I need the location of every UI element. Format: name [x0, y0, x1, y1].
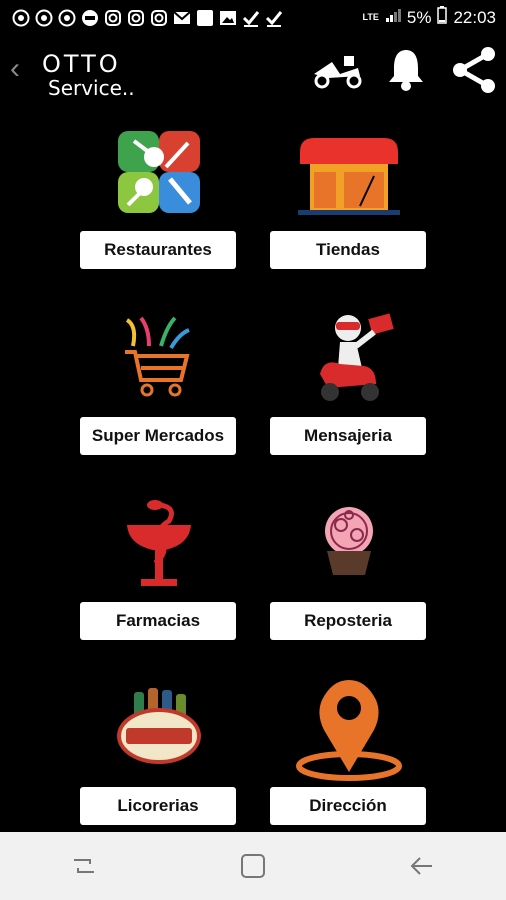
- tile-super-mercados[interactable]: Super Mercados: [80, 300, 238, 484]
- square-icon: [196, 9, 214, 27]
- battery-percent: 5%: [406, 7, 432, 27]
- reposteria-button[interactable]: Reposteria: [270, 602, 426, 640]
- share-icon[interactable]: [450, 46, 498, 99]
- farmacias-button[interactable]: Farmacias: [80, 602, 236, 640]
- whatsapp-icon: [58, 9, 76, 27]
- tile-direccion[interactable]: Dirección: [270, 670, 428, 854]
- image-icon: [219, 9, 237, 27]
- instagram-icon: [104, 9, 122, 27]
- system-navigation-bar: [0, 832, 506, 900]
- courier-icon: [270, 306, 428, 410]
- cupcake-icon: [270, 491, 428, 595]
- bell-icon[interactable]: [386, 46, 426, 97]
- gmail-icon: [173, 9, 191, 27]
- logo-line-2: Service..: [48, 76, 135, 100]
- super-mercados-button[interactable]: Super Mercados: [80, 417, 236, 455]
- home-icon[interactable]: [223, 846, 283, 886]
- tiendas-button[interactable]: Tiendas: [270, 231, 426, 269]
- tile-farmacias[interactable]: Farmacias: [80, 485, 238, 669]
- app-logo: OTTO Service..: [42, 50, 135, 100]
- liquors-icon: [80, 676, 238, 780]
- shopping-cart-icon: [80, 306, 238, 410]
- check-icon: [265, 9, 283, 27]
- network-type: LTE: [362, 12, 379, 22]
- whatsapp-icon: [35, 9, 53, 27]
- pharmacy-icon: [80, 491, 238, 595]
- status-bar: LTE 5% 22:03: [0, 0, 506, 36]
- licorerias-button[interactable]: Licorerias: [80, 787, 236, 825]
- recent-apps-icon[interactable]: [54, 846, 114, 886]
- direccion-button[interactable]: Dirección: [270, 787, 426, 825]
- restaurantes-button[interactable]: Restaurantes: [80, 231, 236, 269]
- logo-line-1: OTTO: [42, 50, 121, 78]
- back-arrow-icon[interactable]: [392, 846, 452, 886]
- instagram-icon: [127, 9, 145, 27]
- store-icon: [270, 120, 428, 224]
- tile-licorerias[interactable]: Licorerias: [80, 670, 238, 854]
- battery-icon: [437, 6, 448, 29]
- check-icon: [242, 9, 260, 27]
- tile-tiendas[interactable]: Tiendas: [270, 114, 428, 298]
- signal-icon: [385, 7, 401, 28]
- gif-icon: [81, 9, 99, 27]
- whatsapp-icon: [12, 9, 30, 27]
- tile-mensajeria[interactable]: Mensajeria: [270, 300, 428, 484]
- notification-icons: [12, 9, 283, 27]
- tile-reposteria[interactable]: Reposteria: [270, 485, 428, 669]
- delivery-scooter-icon[interactable]: [310, 54, 364, 95]
- status-right: LTE 5% 22:03: [363, 6, 496, 29]
- app-bar: ‹ OTTO Service..: [0, 36, 506, 114]
- restaurant-icon: [80, 120, 238, 224]
- location-pin-icon: [270, 676, 428, 781]
- back-chevron-icon[interactable]: ‹: [10, 52, 20, 86]
- tile-restaurantes[interactable]: Restaurantes: [80, 114, 238, 298]
- mensajeria-button[interactable]: Mensajeria: [270, 417, 426, 455]
- instagram-icon: [150, 9, 168, 27]
- clock: 22:03: [453, 7, 496, 27]
